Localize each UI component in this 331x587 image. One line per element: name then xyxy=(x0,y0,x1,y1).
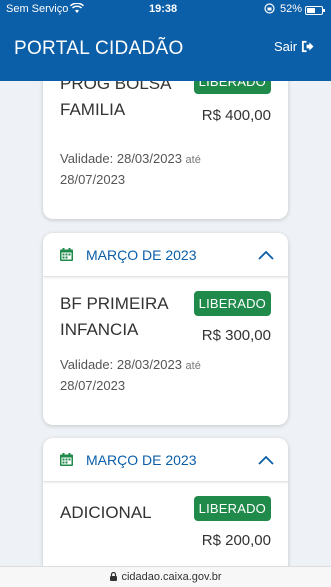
benefit-card: MARÇO DE 2023 ADICIONAL LIBERADO R$ 200,… xyxy=(43,438,288,566)
month-label: MARÇO DE 2023 xyxy=(86,246,197,263)
benefit-item: BF PRIMEIRA INFANCIA LIBERADO R$ 300,00 … xyxy=(43,277,288,397)
validity-end: 28/07/2023 xyxy=(60,172,126,187)
benefit-name: ADICIONAL xyxy=(60,503,152,522)
chevron-up-icon[interactable] xyxy=(258,250,274,260)
page-title: PORTAL CIDADÃO xyxy=(14,38,184,59)
logout-button[interactable]: Sair xyxy=(274,39,314,54)
month-header[interactable]: MARÇO DE 2023 xyxy=(43,438,288,482)
calendar-icon xyxy=(60,453,73,466)
validity-until: até xyxy=(185,360,201,372)
chevron-up-icon[interactable] xyxy=(258,455,274,465)
lock-icon xyxy=(110,572,118,581)
clock: 19:38 xyxy=(149,3,178,15)
status-badge: LIBERADO xyxy=(193,291,271,316)
benefit-card: PROG BOLSA FAMILIA LIBERADO R$ 400,00 Va… xyxy=(43,81,288,219)
battery-percent: 52% xyxy=(280,3,303,15)
status-bar: Sem Serviço 19:38 52% xyxy=(0,0,331,20)
month-label: MARÇO DE 2023 xyxy=(86,451,197,468)
benefit-value: R$ 400,00 xyxy=(201,107,271,124)
orientation-lock-icon xyxy=(264,3,275,17)
wifi-icon xyxy=(69,2,85,17)
benefit-name: PROG BOLSA FAMILIA xyxy=(60,81,171,119)
validity-start: Validade: 28/03/2023 xyxy=(60,151,182,166)
validity-start: Validade: 28/03/2023 xyxy=(60,357,182,372)
validity-until: até xyxy=(185,154,201,166)
battery-icon xyxy=(305,6,325,15)
browser-url-bar[interactable]: cidadao.caixa.gov.br xyxy=(0,566,331,587)
app-header: PORTAL CIDADÃO Sair xyxy=(0,20,331,81)
validity-text: Validade: 28/03/2023 até 28/07/2023 xyxy=(60,149,201,190)
benefit-card: MARÇO DE 2023 BF PRIMEIRA INFANCIA LIBER… xyxy=(43,233,288,425)
benefit-item: ADICIONAL LIBERADO R$ 200,00 xyxy=(43,482,288,566)
status-badge: LIBERADO xyxy=(193,81,271,94)
benefits-list[interactable]: PROG BOLSA FAMILIA LIBERADO R$ 400,00 Va… xyxy=(0,81,331,566)
validity-end: 28/07/2023 xyxy=(60,378,126,393)
url-text: cidadao.caixa.gov.br xyxy=(121,571,222,583)
benefit-value: R$ 200,00 xyxy=(201,532,271,549)
sign-out-icon xyxy=(302,40,314,53)
carrier-label: Sem Serviço xyxy=(6,3,69,15)
calendar-icon xyxy=(60,248,73,261)
logout-label: Sair xyxy=(274,39,298,54)
benefit-item: PROG BOLSA FAMILIA LIBERADO R$ 400,00 Va… xyxy=(43,81,288,201)
status-badge: LIBERADO xyxy=(193,496,271,521)
benefit-name: BF PRIMEIRA INFANCIA xyxy=(60,294,168,339)
benefit-value: R$ 300,00 xyxy=(201,327,271,344)
validity-text: Validade: 28/03/2023 até 28/07/2023 xyxy=(60,355,201,396)
month-header[interactable]: MARÇO DE 2023 xyxy=(43,233,288,277)
